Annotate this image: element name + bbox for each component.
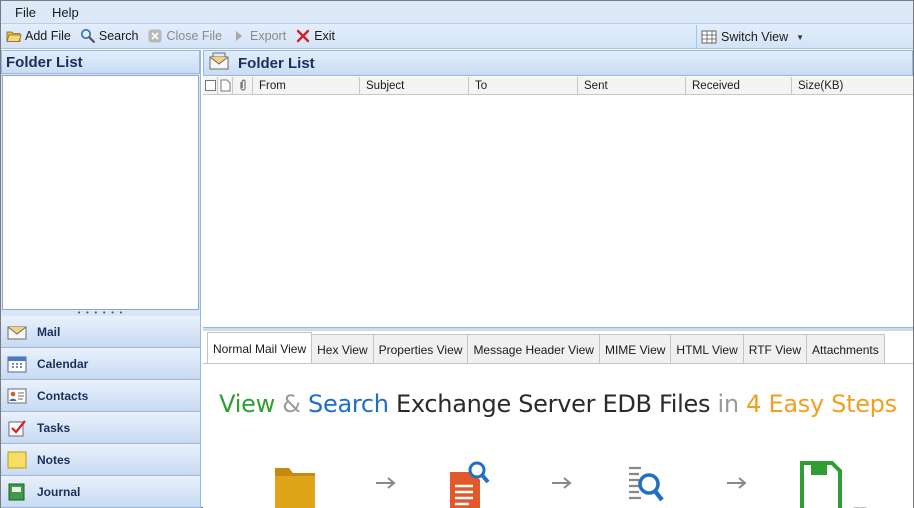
nav-item-calendar[interactable]: Calendar (1, 348, 200, 380)
list-search-step-icon (625, 460, 669, 508)
save-disk-step-icon (799, 460, 843, 508)
view-tabstrip: Normal Mail View Hex View Properties Vie… (203, 331, 913, 364)
close-file-button[interactable]: Close File (143, 25, 226, 47)
calendar-icon (7, 354, 27, 374)
nav-label-journal: Journal (37, 484, 81, 499)
arrow-right-icon (726, 476, 748, 493)
left-pane: Folder List • • • • • • Mail Calendar Co… (1, 50, 201, 508)
exit-x-icon (295, 28, 311, 44)
menu-file[interactable]: File (7, 5, 44, 20)
contacts-icon (7, 386, 27, 406)
nav-item-tasks[interactable]: Tasks (1, 412, 200, 444)
search-icon (80, 28, 96, 44)
export-arrow-icon (231, 28, 247, 44)
mail-icon (7, 322, 27, 342)
folder-list-header: Folder List (1, 50, 200, 74)
tab-hex-view[interactable]: Hex View (311, 334, 374, 364)
promo-middle: Exchange Server EDB Files (396, 390, 711, 418)
tab-properties-view[interactable]: Properties View (372, 334, 469, 364)
close-file-label: Close File (166, 29, 223, 43)
select-all-checkbox[interactable] (203, 76, 218, 95)
nav-label-calendar: Calendar (37, 356, 89, 371)
promo-view: View (219, 390, 275, 418)
nav-item-contacts[interactable]: Contacts (1, 380, 200, 412)
column-from[interactable]: From (253, 76, 360, 95)
folder-tree[interactable] (2, 75, 199, 310)
tab-message-header-view[interactable]: Message Header View (467, 334, 600, 364)
toolbar: Add File Search Close File Export Exit S… (1, 23, 913, 49)
chevron-down-icon: ▼ (796, 32, 805, 42)
promo-amp: & (282, 390, 301, 418)
mail-grid-header: From Subject To Sent Received Size(KB) (203, 76, 913, 95)
tab-rtf-view[interactable]: RTF View (742, 334, 808, 364)
column-sent[interactable]: Sent (578, 76, 686, 95)
column-size[interactable]: Size(KB) (792, 77, 898, 95)
switch-view-dropdown[interactable]: Switch View ▼ (696, 25, 912, 49)
folder-envelope-icon (208, 51, 230, 75)
close-circle-icon (147, 28, 163, 44)
tab-mime-view[interactable]: MIME View (598, 334, 672, 364)
arrow-right-icon (551, 476, 573, 493)
nav-label-contacts: Contacts (37, 388, 89, 403)
promo-steps: 4 Easy Steps (746, 390, 897, 418)
column-received[interactable]: Received (686, 76, 792, 95)
menu-bar: File Help (1, 1, 913, 23)
promo-search: Search (308, 390, 389, 418)
notes-icon (7, 450, 27, 470)
add-file-label: Add File (25, 29, 71, 43)
tab-attachments[interactable]: Attachments (806, 334, 885, 364)
tab-html-view[interactable]: HTML View (670, 334, 744, 364)
export-button[interactable]: Export (227, 25, 290, 47)
attachment-icon (233, 76, 253, 95)
column-subject[interactable]: Subject (360, 76, 469, 95)
tasks-icon (7, 418, 27, 438)
export-label: Export (250, 29, 287, 43)
switch-view-label: Switch View (721, 30, 789, 44)
tab-normal-mail-view[interactable]: Normal Mail View (207, 332, 313, 364)
nav-label-tasks: Tasks (37, 420, 71, 435)
exit-button[interactable]: Exit (291, 25, 339, 47)
promo-title: View & Search Exchange Server EDB Files … (203, 390, 913, 418)
grid-view-icon (701, 29, 717, 45)
mail-grid-body[interactable] (203, 95, 913, 327)
right-pane-title: Folder List (238, 54, 315, 72)
preview-pane: View & Search Exchange Server EDB Files … (203, 363, 913, 508)
column-to[interactable]: To (469, 76, 578, 95)
search-label: Search (98, 29, 139, 43)
nav-label-mail: Mail (37, 324, 61, 339)
right-pane-header: Folder List (203, 50, 913, 76)
nav-item-journal[interactable]: Journal (1, 476, 200, 508)
journal-icon (7, 482, 27, 502)
arrow-right-icon (375, 476, 397, 493)
nav-item-notes[interactable]: Notes (1, 444, 200, 476)
nav-list: Mail Calendar Contacts Tasks Notes Journ… (1, 316, 200, 508)
menu-help[interactable]: Help (44, 5, 87, 20)
nav-item-mail[interactable]: Mail (1, 316, 200, 348)
scroll-circle-icon (847, 504, 873, 508)
document-icon (218, 76, 233, 95)
folder-step-icon (273, 460, 317, 508)
open-folder-icon (6, 28, 22, 44)
exit-label: Exit (314, 29, 336, 43)
promo-in: in (717, 390, 740, 418)
search-button[interactable]: Search (76, 25, 143, 47)
add-file-button[interactable]: Add File (2, 25, 75, 47)
nav-label-notes: Notes (37, 452, 71, 467)
document-search-step-icon (448, 460, 492, 508)
